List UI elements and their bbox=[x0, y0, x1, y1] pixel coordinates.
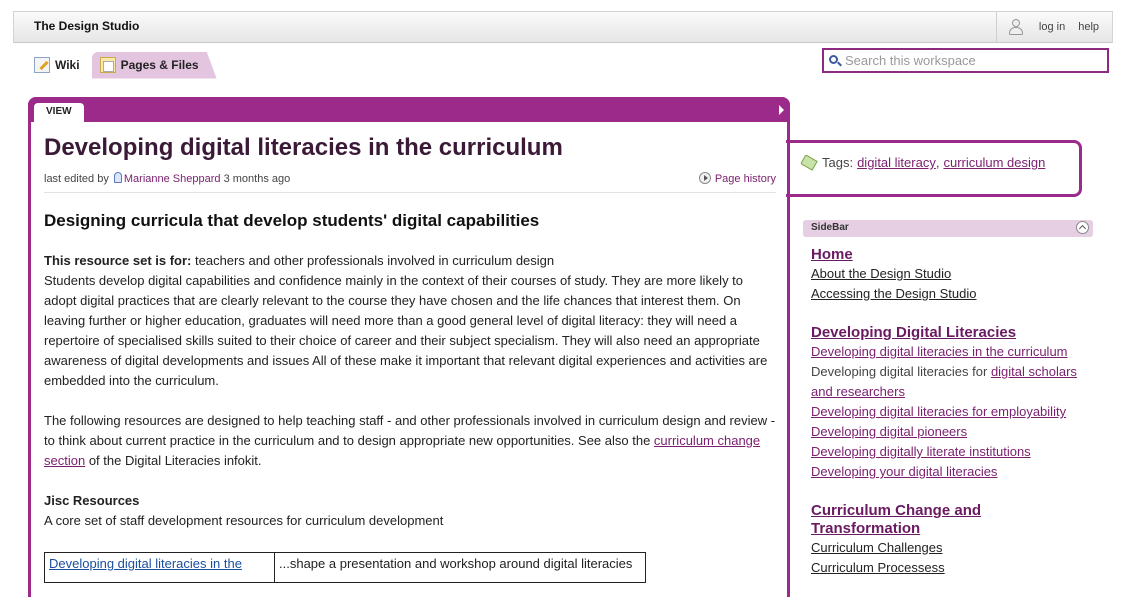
user-icon bbox=[1008, 18, 1023, 36]
page-history-link[interactable]: Page history bbox=[698, 172, 776, 185]
sidebar-item-pioneers[interactable]: Developing digital pioneers bbox=[811, 422, 1101, 442]
paragraph-2: The following resources are designed to … bbox=[44, 411, 776, 471]
jisc-text: A core set of staff development resource… bbox=[44, 513, 444, 528]
sidebar-item-curriculum[interactable]: Developing digital literacies in the cur… bbox=[811, 342, 1101, 362]
expand-arrow-icon[interactable] bbox=[779, 105, 784, 115]
sidebar-item-institutions[interactable]: Developing digitally literate institutio… bbox=[811, 442, 1101, 462]
editor-user-icon bbox=[113, 172, 122, 183]
tags-box: Tags: digital literacy, curriculum desig… bbox=[786, 140, 1082, 197]
page-history-label: Page history bbox=[714, 173, 776, 185]
sidebar-item-your[interactable]: Developing your digital literacies bbox=[811, 462, 1101, 482]
table-cell-resource: Developing digital literacies in the bbox=[44, 552, 275, 583]
search-icon bbox=[829, 54, 842, 67]
edited-ago: 3 months ago bbox=[223, 173, 291, 185]
meta-prefix: last edited by bbox=[44, 173, 109, 185]
tab-wiki-label: Wiki bbox=[55, 58, 80, 72]
sidebar-header: SideBar bbox=[803, 220, 1093, 237]
search-box bbox=[822, 48, 1109, 73]
resource-link[interactable]: Developing digital literacies in the bbox=[49, 556, 242, 571]
page-meta: last edited by Marianne Sheppard 3 month… bbox=[44, 172, 776, 193]
sidebar-item-processes[interactable]: Curriculum Processess bbox=[811, 558, 1011, 578]
wiki-edit-icon bbox=[34, 57, 50, 73]
sidebar-item-scholars-text: Developing digital literacies for bbox=[811, 364, 991, 379]
history-clock-icon bbox=[698, 172, 711, 184]
search-input[interactable] bbox=[845, 53, 1100, 68]
top-bar: The Design Studio log in help bbox=[13, 11, 1113, 43]
sidebar-cct-heading[interactable]: Curriculum Change and Transformation bbox=[811, 502, 1011, 538]
collapse-icon[interactable] bbox=[1076, 221, 1089, 234]
user-links: log in help bbox=[995, 12, 1112, 42]
table-row: Developing digital literacies in the ...… bbox=[44, 552, 646, 583]
audience-line: This resource set is for: teachers and o… bbox=[44, 251, 776, 271]
main-content-panel: VIEW Developing digital literacies in th… bbox=[28, 97, 790, 597]
sidebar-ddl-section: Developing Digital Literacies Developing… bbox=[811, 324, 1101, 482]
page-title: Developing digital literacies in the cur… bbox=[44, 134, 563, 161]
sidebar-home-section: Home About the Design Studio Accessing t… bbox=[811, 246, 1101, 304]
view-bar: VIEW bbox=[28, 97, 790, 122]
sidebar-title: SideBar bbox=[811, 222, 849, 233]
sidebar-home-link[interactable]: Home bbox=[811, 246, 1101, 264]
jisc-heading: Jisc Resources bbox=[44, 491, 776, 511]
tag-link[interactable]: curriculum design bbox=[943, 155, 1045, 170]
resources-table: Developing digital literacies in the ...… bbox=[44, 552, 646, 583]
login-link[interactable]: log in bbox=[1039, 21, 1065, 33]
page-subheading: Designing curricula that develop student… bbox=[44, 211, 540, 230]
sidebar-border bbox=[787, 207, 790, 587]
app-title[interactable]: The Design Studio bbox=[34, 19, 139, 33]
tab-pages-files[interactable]: Pages & Files bbox=[91, 51, 217, 79]
sidebar-item-employability[interactable]: Developing digital literacies for employ… bbox=[811, 402, 1101, 422]
sidebar-item-about[interactable]: About the Design Studio bbox=[811, 264, 1101, 284]
editor-link[interactable]: Marianne Sheppard bbox=[124, 173, 221, 185]
paragraph-2-tail: of the Digital Literacies infokit. bbox=[85, 453, 262, 468]
page-body: This resource set is for: teachers and o… bbox=[44, 251, 776, 531]
sidebar-item-scholars: Developing digital literacies for digita… bbox=[811, 362, 1101, 402]
sidebar-ddl-heading[interactable]: Developing Digital Literacies bbox=[811, 324, 1101, 342]
nav-tabs: Wiki Pages & Files bbox=[34, 51, 217, 79]
table-cell-desc: ...shape a presentation and workshop aro… bbox=[274, 552, 646, 583]
tag-link[interactable]: digital literacy bbox=[857, 155, 936, 170]
jisc-heading-text: Jisc Resources bbox=[44, 493, 140, 508]
tab-wiki[interactable]: Wiki bbox=[34, 57, 80, 73]
sidebar-cct-section: Curriculum Change and Transformation Cur… bbox=[811, 502, 1011, 578]
help-link[interactable]: help bbox=[1078, 21, 1099, 33]
paragraph-1: Students develop digital capabilities an… bbox=[44, 273, 768, 388]
view-tab[interactable]: VIEW bbox=[34, 103, 84, 122]
audience-label: This resource set is for: bbox=[44, 253, 192, 268]
tab-pages-files-label: Pages & Files bbox=[120, 57, 199, 72]
folder-pages-icon bbox=[99, 56, 116, 73]
audience-text: teachers and other professionals involve… bbox=[191, 253, 555, 268]
sidebar-item-challenges[interactable]: Curriculum Challenges bbox=[811, 538, 1011, 558]
sidebar-item-accessing[interactable]: Accessing the Design Studio bbox=[811, 284, 1101, 304]
tag-separator: , bbox=[935, 155, 940, 170]
tag-icon bbox=[800, 154, 818, 171]
tags-label: Tags: bbox=[822, 155, 854, 170]
